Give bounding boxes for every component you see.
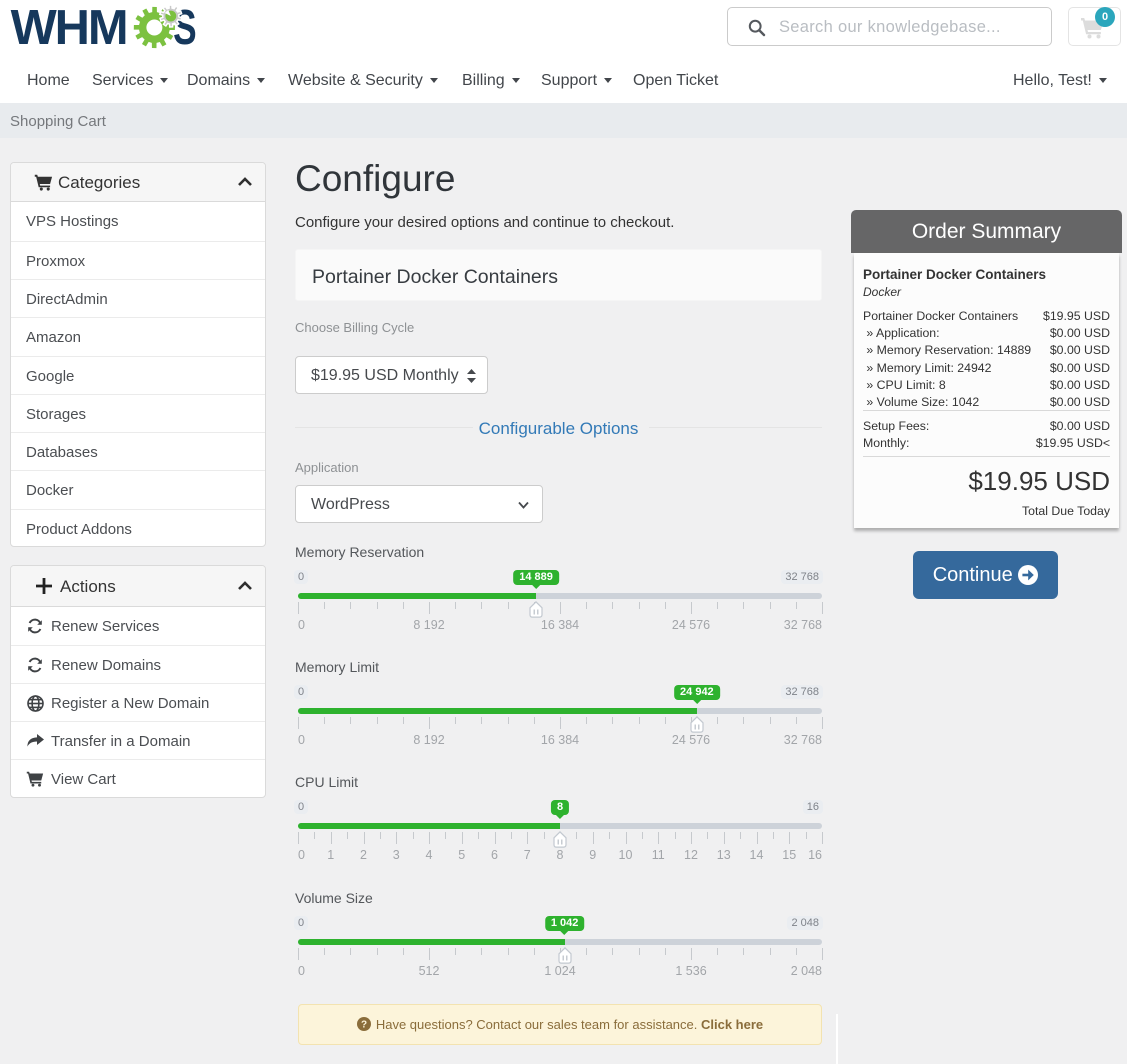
svg-text:WHM: WHM <box>11 4 127 51</box>
svg-text:?: ? <box>361 1020 367 1031</box>
